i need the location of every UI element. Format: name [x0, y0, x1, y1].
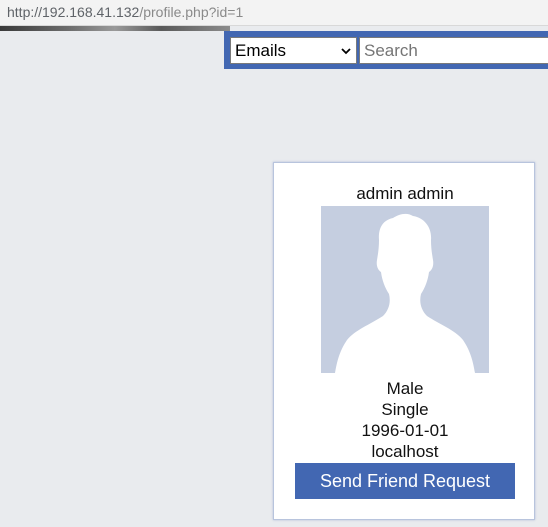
send-friend-request-button[interactable]: Send Friend Request [295, 463, 515, 499]
address-bar[interactable]: http://192.168.41.132/profile.php?id=1 [0, 0, 548, 26]
profile-name: admin admin [356, 184, 454, 203]
profile-location: localhost [371, 442, 439, 461]
url-host: http://192.168.41.132 [7, 4, 140, 20]
avatar [321, 206, 489, 373]
header-image-strip [0, 26, 230, 31]
profile-birthday: 1996-01-01 [361, 421, 449, 440]
profile-relationship: Single [381, 400, 429, 419]
profile-card: admin admin Male Single 1996-01-01 local… [273, 162, 535, 520]
search-input[interactable] [359, 37, 548, 64]
default-avatar-icon [335, 213, 475, 373]
search-category-value: Emails [235, 40, 287, 60]
url-path: /profile.php?id=1 [139, 4, 244, 20]
profile-gender: Male [386, 379, 424, 398]
chevron-down-icon [341, 47, 351, 54]
search-category-select[interactable]: Emails [230, 37, 357, 64]
